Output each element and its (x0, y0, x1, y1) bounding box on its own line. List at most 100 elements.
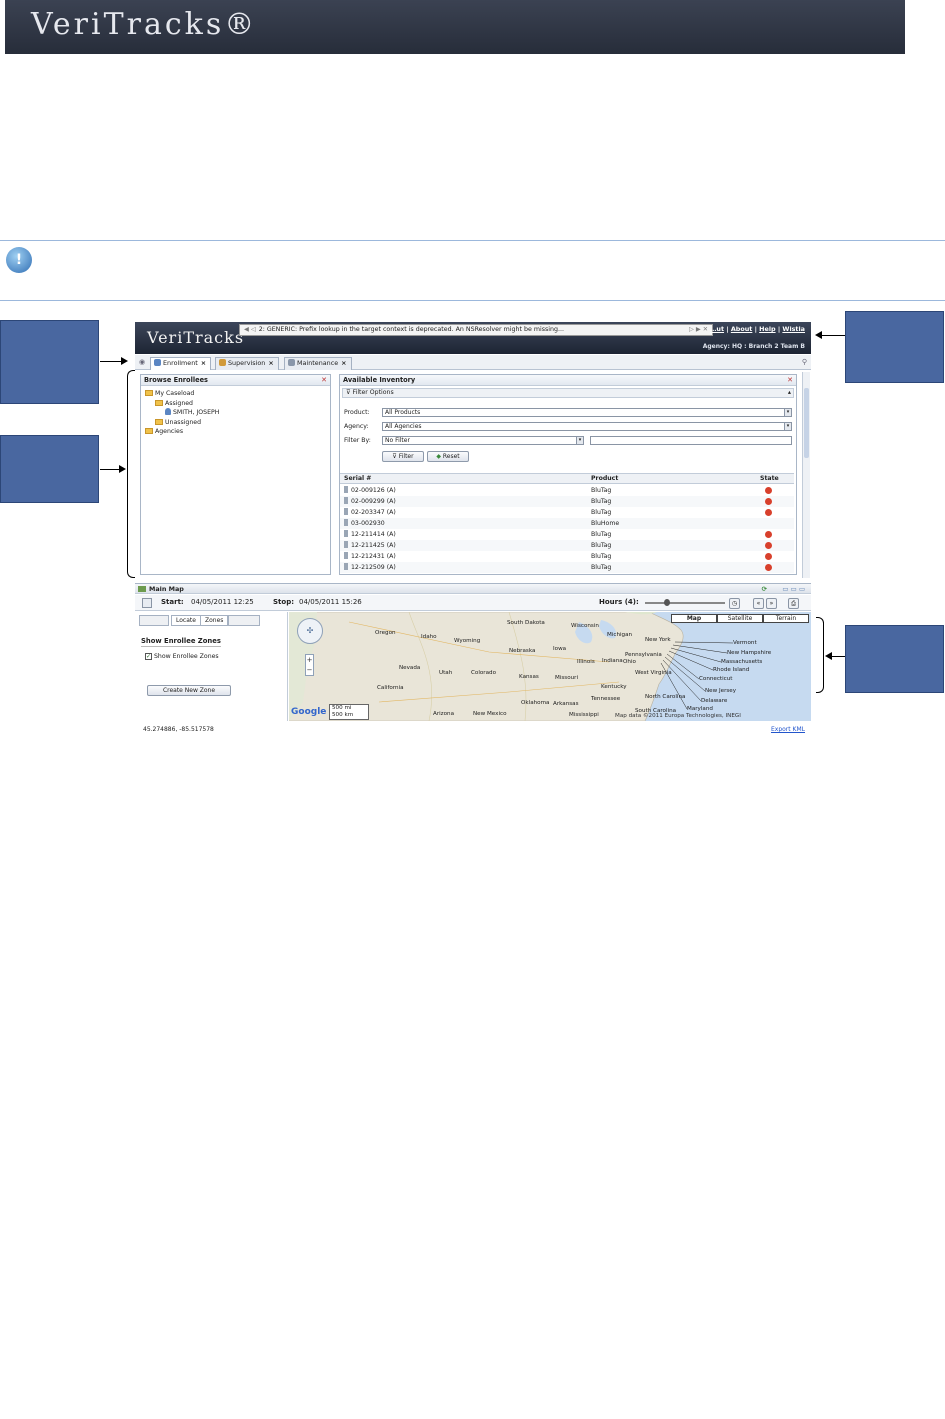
collapse-icon[interactable]: ▴ (788, 389, 791, 397)
tab-supervision[interactable]: Supervision × (215, 357, 279, 370)
rewind-button[interactable]: « (753, 598, 764, 609)
header-link-logout[interactable]: …ut (710, 325, 724, 333)
side-tab-zones[interactable]: Zones (200, 615, 229, 626)
alert-state-icon (765, 564, 772, 571)
error-close-icons[interactable]: ▷ ▶ ✕ (689, 325, 708, 335)
export-kml-link[interactable]: Export KML (771, 722, 805, 738)
callout-arrowhead-header (815, 331, 822, 339)
error-nav-icons[interactable]: ◀ ◁ (244, 326, 256, 333)
callout-arrowhead-panels (119, 465, 126, 473)
tab-enrollment-label: Enrollment (163, 359, 198, 367)
leader-line (664, 656, 706, 692)
app-header: VeriTracks ◀ ◁ 2: GENERIC: Prefix lookup … (135, 322, 811, 354)
filter-by-select[interactable]: No Filter ▾ (382, 436, 584, 445)
callout-bracket-map (816, 617, 824, 693)
map-copyright: Map data ©2011 Europa Technologies, INEG… (615, 713, 741, 719)
tree-node-agencies[interactable]: Agencies (145, 427, 326, 437)
tab-bar: ◉ Enrollment × Supervision × Maintenance × … (135, 355, 811, 370)
create-new-zone-button[interactable]: Create New Zone (147, 685, 231, 696)
zoom-control[interactable]: + − (305, 654, 314, 676)
inventory-title: Available Inventory (343, 376, 416, 384)
side-tab-locate[interactable]: Locate (171, 615, 201, 626)
serial-cell: 02-009126 (A) (344, 485, 396, 496)
document-banner: VeriTracks® (5, 0, 905, 54)
column-header-serial[interactable]: Serial # (344, 474, 371, 483)
app-screenshot: VeriTracks ◀ ◁ 2: GENERIC: Prefix lookup … (135, 322, 811, 740)
checkbox-checked[interactable]: ✓ (145, 653, 152, 660)
map-view[interactable]: Oregon Idaho Wyoming South Dakota Wisconsin M… (289, 612, 811, 721)
callout-arrowhead-tabs (121, 357, 128, 365)
pan-control-icon[interactable]: ✣ (297, 618, 323, 644)
device-icon (344, 552, 348, 559)
scale-mi: 500 mi (332, 705, 352, 711)
close-icon[interactable]: × (201, 359, 206, 367)
header-link-about[interactable]: About (731, 325, 753, 333)
chevron-down-icon: ▾ (784, 409, 791, 416)
tab-enrollment[interactable]: Enrollment × (150, 357, 212, 370)
table-row[interactable]: 02-009299 (A) BluTag (340, 496, 794, 507)
table-row[interactable]: 03-002930 BluHome (340, 518, 794, 529)
hours-slider[interactable] (645, 602, 725, 604)
filter-text-input[interactable] (590, 436, 792, 445)
panel-title: Browse Enrollees ✕ (141, 375, 330, 386)
tree-node-assigned[interactable]: Assigned (145, 399, 326, 409)
product-cell: BluTag (591, 553, 612, 560)
product-cell: BluTag (591, 509, 612, 516)
device-icon (344, 530, 348, 537)
close-icon[interactable]: × (341, 359, 346, 367)
callout-bracket-panels (127, 370, 135, 578)
folder-icon (155, 399, 163, 406)
side-tab-blank-1[interactable] (139, 615, 169, 626)
filter-options-bar[interactable]: ⊽ Filter Options ▴ (342, 388, 794, 398)
table-row[interactable]: 02-009126 (A) BluTag (340, 485, 794, 496)
table-row[interactable]: 12-212431 (A) BluTag (340, 551, 794, 562)
window-controls[interactable]: ▭ ▭ ▭ (782, 584, 805, 594)
note-divider-top (0, 240, 945, 241)
stop-value[interactable]: 04/05/2011 15:26 (299, 595, 362, 610)
side-tab-blank-2[interactable] (228, 615, 260, 626)
table-row[interactable]: 12-211425 (A) BluTag (340, 540, 794, 551)
folder-icon (145, 390, 153, 396)
table-row[interactable]: 12-211414 (A) BluTag (340, 529, 794, 540)
chevron-down-icon: ▾ (576, 437, 583, 444)
filter-button[interactable]: ⊽ Filter (382, 451, 424, 462)
map-type-satellite[interactable]: Satellite (717, 614, 763, 623)
table-row[interactable]: 12-212509 (A) BluTag (340, 562, 794, 573)
callout-arrow-map (832, 656, 845, 657)
calendar-icon[interactable] (142, 598, 152, 608)
column-header-product[interactable]: Product (591, 474, 618, 483)
tab-maintenance[interactable]: Maintenance × (284, 357, 352, 370)
close-icon[interactable]: × (268, 359, 273, 367)
page-scrollbar[interactable] (802, 372, 810, 578)
callout-box-left-1 (0, 320, 99, 404)
scrollbar-thumb[interactable] (804, 388, 809, 458)
panel-close-icon[interactable]: ✕ (321, 375, 327, 385)
search-icon[interactable]: ⚲ (802, 358, 807, 366)
forward-button[interactable]: » (766, 598, 777, 609)
reset-button[interactable]: ◆ Reset (427, 451, 469, 462)
home-icon[interactable]: ◉ (139, 358, 145, 366)
tree-node-person[interactable]: SMITH, JOSEPH (145, 408, 326, 418)
map-type-terrain[interactable]: Terrain (763, 614, 809, 623)
map-type-map[interactable]: Map (671, 614, 717, 623)
note-divider-bottom (0, 300, 945, 301)
map-footer: 45.274886, -85.517578 Export KML (135, 722, 811, 736)
print-button[interactable]: ⎙ (788, 598, 799, 609)
hours-slider-handle[interactable] (664, 599, 670, 606)
refresh-icon[interactable]: ⟳ (762, 584, 767, 594)
table-row[interactable]: 02-203347 (A) BluTag (340, 507, 794, 518)
column-header-state[interactable]: State (760, 474, 779, 483)
header-link-wistia[interactable]: Wistia (782, 325, 805, 333)
header-link-help[interactable]: Help (759, 325, 775, 333)
product-select[interactable]: All Products ▾ (382, 408, 792, 417)
tree-node-unassigned[interactable]: Unassigned (145, 418, 326, 428)
main-map-header: Main Map ⟳ ▭ ▭ ▭ (135, 583, 811, 594)
show-zones-checkbox-row[interactable]: ✓ Show Enrollee Zones (145, 653, 219, 660)
clock-button[interactable]: ◷ (729, 598, 740, 609)
start-value[interactable]: 04/05/2011 12:25 (191, 595, 254, 610)
tree-node-my-caseload[interactable]: My Caseload (145, 389, 326, 399)
header-links: …ut | About | Help | Wistia (710, 325, 805, 333)
device-icon (344, 519, 348, 526)
agency-select[interactable]: All Agencies ▾ (382, 422, 792, 431)
panel-close-icon[interactable]: ✕ (787, 375, 793, 385)
